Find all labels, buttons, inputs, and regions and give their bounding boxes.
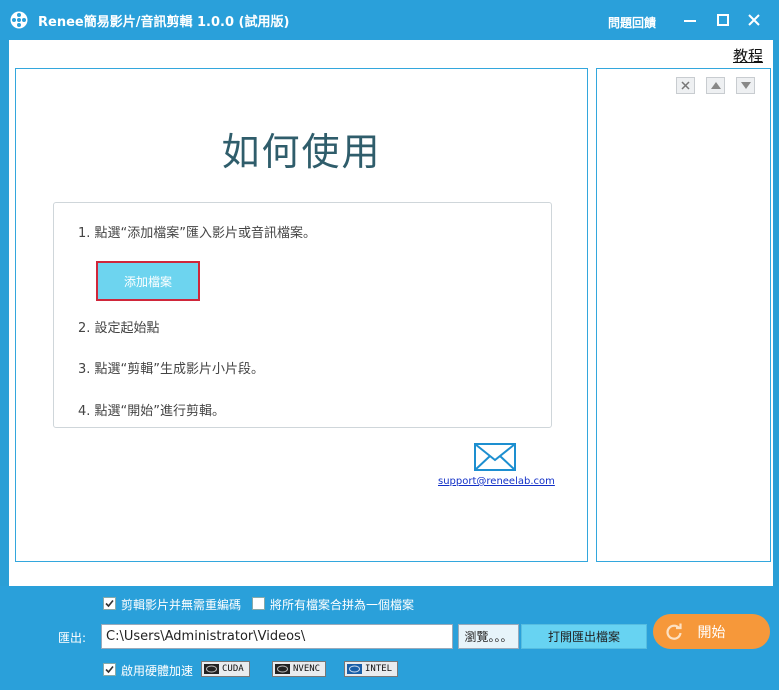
hardware-accel-checkbox[interactable]: [103, 663, 116, 676]
file-list-panel[interactable]: [596, 68, 771, 562]
steps-box: 1. 點選“添加檔案”匯入影片或音訊檔案。 添加檔案 2. 設定起始點 3. 點…: [53, 202, 552, 428]
minimize-icon: [684, 20, 696, 22]
merge-files-label: 將所有檔案合拼為一個檔案: [270, 598, 415, 612]
gpu-option-label: INTEL: [365, 664, 393, 674]
app-title: Renee簡易影片/音訊剪輯 1.0.0 (試用版): [38, 15, 290, 30]
checkmark-icon: [105, 599, 114, 608]
support-email-link[interactable]: support@reneelab.com: [438, 476, 555, 487]
add-file-button[interactable]: 添加檔案: [96, 261, 200, 301]
open-output-folder-button[interactable]: 打開匯出檔案: [521, 624, 647, 649]
title-bar: Renee簡易影片/音訊剪輯 1.0.0 (試用版) 問題回饋: [0, 0, 779, 40]
step-2: 2. 設定起始點: [78, 321, 160, 336]
film-reel-icon: [10, 11, 28, 29]
mail-icon[interactable]: [474, 443, 516, 471]
close-icon: [748, 14, 760, 26]
bottom-bar: 剪輯影片并無需重編碼 將所有檔案合拼為一個檔案 匯出: 瀏覽。。。 打開匯出檔案…: [0, 586, 779, 690]
export-path-input[interactable]: [101, 624, 453, 649]
gpu-option-label: CUDA: [222, 664, 244, 674]
step-3: 3. 點選“剪輯”生成影片小片段。: [78, 362, 265, 377]
move-up-button[interactable]: [706, 77, 725, 94]
nvidia-logo-icon: [275, 664, 290, 674]
howto-title: 如何使用: [221, 130, 382, 174]
gpu-option-cuda[interactable]: CUDA: [201, 661, 250, 677]
feedback-link[interactable]: 問題回饋: [608, 14, 656, 31]
close-button[interactable]: [744, 10, 764, 30]
tutorial-link[interactable]: 教程: [733, 45, 763, 66]
checkmark-icon: [105, 665, 114, 674]
hardware-accel-label: 啟用硬體加速: [121, 664, 194, 678]
step-1: 1. 點選“添加檔案”匯入影片或音訊檔案。: [78, 226, 317, 241]
export-label: 匯出:: [58, 631, 87, 645]
triangle-up-icon: [710, 82, 721, 89]
client-area: 教程 如何使用 1. 點選“添加檔案”匯入影片或音訊檔案。 添加檔案 2. 設定…: [9, 40, 773, 586]
start-button-label: 開始: [697, 624, 726, 641]
gpu-option-label: NVENC: [293, 664, 321, 674]
gpu-option-intel[interactable]: INTEL: [344, 661, 399, 677]
minimize-button[interactable]: [680, 10, 700, 30]
maximize-icon: [717, 14, 729, 26]
refresh-icon: [666, 623, 682, 640]
move-down-button[interactable]: [736, 77, 755, 94]
nvidia-logo-icon: [204, 664, 219, 674]
howto-panel: 如何使用 1. 點選“添加檔案”匯入影片或音訊檔案。 添加檔案 2. 設定起始點…: [15, 68, 588, 562]
no-reencode-checkbox[interactable]: [103, 597, 116, 610]
start-button[interactable]: 開始: [653, 614, 770, 649]
triangle-down-icon: [740, 82, 751, 89]
intel-logo-icon: [347, 664, 362, 674]
browse-button[interactable]: 瀏覽。。。: [458, 624, 519, 649]
no-reencode-label: 剪輯影片并無需重編碼: [121, 598, 242, 612]
close-icon: [681, 81, 690, 90]
gpu-option-nvenc[interactable]: NVENC: [272, 661, 327, 677]
maximize-button[interactable]: [713, 10, 733, 30]
remove-item-button[interactable]: [676, 77, 695, 94]
merge-files-checkbox[interactable]: [252, 597, 265, 610]
step-4: 4. 點選“開始”進行剪輯。: [78, 404, 226, 419]
